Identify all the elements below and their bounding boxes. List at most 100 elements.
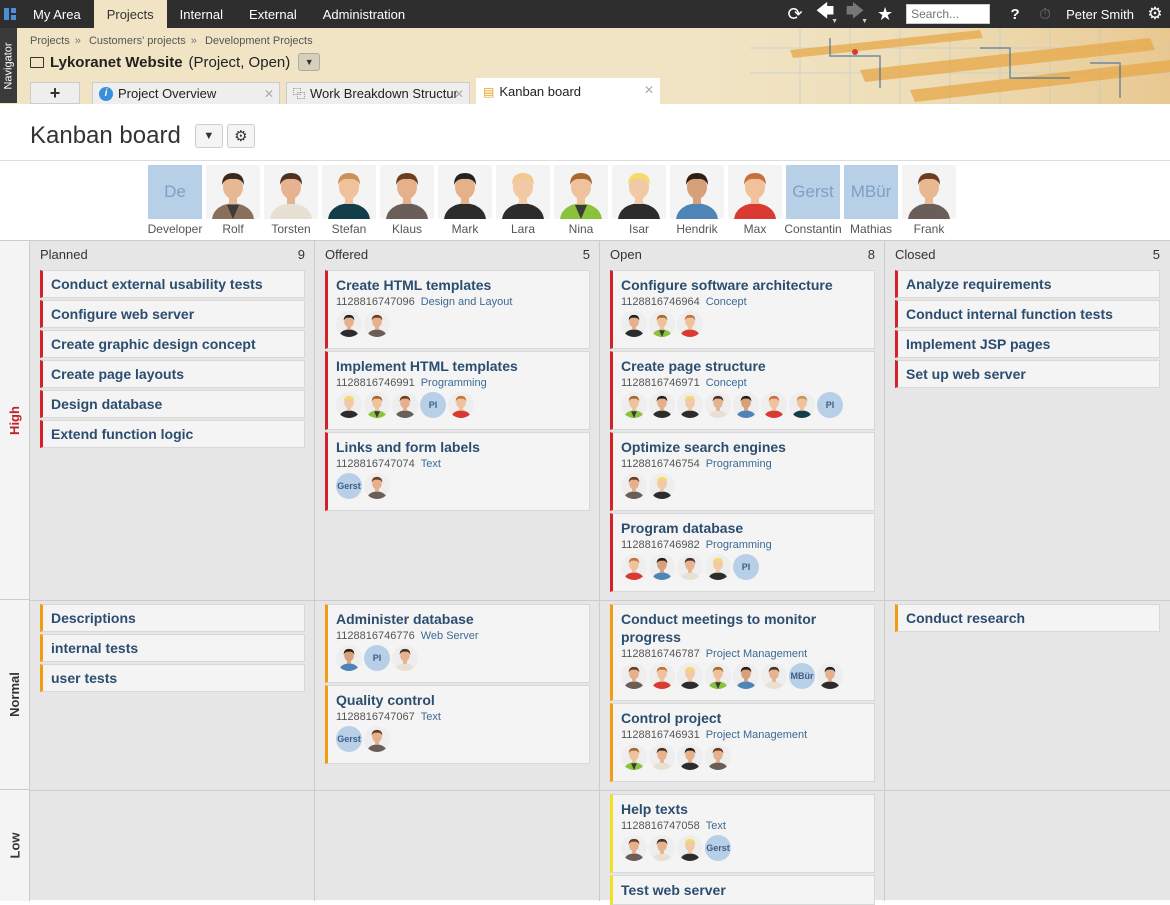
task-title: Implement JSP pages xyxy=(906,336,1051,352)
person-name: Constantin xyxy=(784,222,842,236)
tab-project-overview[interactable]: i Project Overview ✕ xyxy=(92,82,280,104)
column-header-closed: Closed 5 xyxy=(895,247,1160,262)
breadcrumb-projects[interactable]: Projects xyxy=(30,35,70,47)
assignee-avatar-torsten xyxy=(705,392,731,418)
task-id: 1128816747067 xyxy=(336,711,415,723)
lane-normal: Normal xyxy=(0,600,30,790)
task-card[interactable]: Program database 1128816746982 Programming… xyxy=(610,513,875,592)
forward-arrow-icon[interactable]: 🡆 ▼ xyxy=(840,0,870,28)
person-filter-frank[interactable]: Frank xyxy=(900,165,958,236)
board-settings-gear-icon[interactable]: ⚙ xyxy=(226,124,255,148)
breadcrumb-development-projects[interactable]: Development Projects xyxy=(205,35,313,47)
refresh-icon[interactable]: ⟳ xyxy=(780,0,810,28)
back-arrow-icon[interactable]: 🡄 ▼ xyxy=(810,0,840,28)
stopwatch-icon[interactable]: ⏱ xyxy=(1030,0,1060,28)
person-avatar xyxy=(438,165,492,219)
tab-work-breakdown-structure[interactable]: ⿻ Work Breakdown Structur ✕ xyxy=(286,82,470,104)
assignee-avatar-klaus xyxy=(705,744,731,770)
task-card[interactable]: Control project 1128816746931 Project Mana… xyxy=(610,703,875,782)
person-filter-klaus[interactable]: Klaus xyxy=(378,165,436,236)
person-filter-stefan[interactable]: Stefan xyxy=(320,165,378,236)
task-meta: 1128816746971 Concept xyxy=(621,377,866,389)
person-filter-isar[interactable]: Isar xyxy=(610,165,668,236)
person-filter-rolf[interactable]: Rolf xyxy=(204,165,262,236)
task-card[interactable]: Conduct internal function tests xyxy=(895,300,1160,328)
task-title: Descriptions xyxy=(51,610,136,626)
close-tab-icon[interactable]: ✕ xyxy=(264,87,274,101)
task-card[interactable]: Help texts 1128816747058 Text Gerst xyxy=(610,794,875,873)
task-category: Programming xyxy=(705,458,772,470)
task-category: Design and Layout xyxy=(420,296,513,308)
nav-administration[interactable]: Administration xyxy=(310,0,418,28)
person-filter-hendrik[interactable]: Hendrik xyxy=(668,165,726,236)
person-filter-constantin[interactable]: Gerst Constantin xyxy=(784,165,842,236)
person-filter-nina[interactable]: Nina xyxy=(552,165,610,236)
person-name: Torsten xyxy=(271,222,311,236)
task-title: Analyze requirements xyxy=(906,276,1052,292)
task-card[interactable]: Configure software architecture 112881674… xyxy=(610,270,875,349)
person-filter-mark[interactable]: Mark xyxy=(436,165,494,236)
add-tab-button[interactable]: + xyxy=(30,82,80,104)
task-card[interactable]: Implement HTML templates 1128816746991 Pro… xyxy=(325,351,590,430)
assignees: PI xyxy=(336,392,581,418)
tab-kanban-board[interactable]: ▤ Kanban board ✕ xyxy=(476,78,660,104)
task-card[interactable]: Set up web server xyxy=(895,360,1160,388)
task-id: 1128816747074 xyxy=(336,458,415,470)
task-card[interactable]: user tests xyxy=(40,664,305,692)
app-logo-icon[interactable] xyxy=(0,0,20,28)
task-card[interactable]: Descriptions xyxy=(40,604,305,632)
task-card[interactable]: Conduct meetings to monitor progress 1128… xyxy=(610,604,875,701)
assignees xyxy=(621,311,866,337)
task-card[interactable]: Create graphic design concept xyxy=(40,330,305,358)
task-card[interactable]: Test web server xyxy=(610,875,875,905)
task-card[interactable]: Create HTML templates 1128816747096 Design… xyxy=(325,270,590,349)
task-card[interactable]: Extend function logic xyxy=(40,420,305,448)
task-card[interactable]: Quality control 1128816747067 Text Gerst xyxy=(325,685,590,764)
nav-external[interactable]: External xyxy=(236,0,310,28)
task-card[interactable]: Administer database 1128816746776 Web Serv… xyxy=(325,604,590,683)
task-card[interactable]: Conduct external usability tests xyxy=(40,270,305,298)
task-category: Programming xyxy=(705,539,772,551)
task-card[interactable]: Implement JSP pages xyxy=(895,330,1160,358)
task-card[interactable]: Conduct research xyxy=(895,604,1160,632)
folder-icon xyxy=(30,56,44,68)
nav-internal[interactable]: Internal xyxy=(167,0,236,28)
person-name: Rolf xyxy=(222,222,244,236)
assignee-avatar-torsten xyxy=(649,744,675,770)
favorites-star-icon[interactable]: ★ xyxy=(870,0,900,28)
search-input[interactable] xyxy=(906,4,991,24)
task-title: Conduct research xyxy=(906,610,1026,626)
assignee-avatar-nina xyxy=(649,311,675,337)
navigator-toggle[interactable]: Navigator xyxy=(0,28,17,103)
task-card[interactable]: Create page structure 1128816746971 Concep… xyxy=(610,351,875,430)
task-card[interactable]: Links and form labels 1128816747074 Text Ge… xyxy=(325,432,590,511)
task-card[interactable]: Optimize search engines 1128816746754 Prog… xyxy=(610,432,875,511)
view-dropdown-button[interactable]: ▼ xyxy=(194,124,223,148)
task-card[interactable]: Configure web server xyxy=(40,300,305,328)
divider xyxy=(0,160,1170,161)
help-icon[interactable]: ? xyxy=(1000,0,1030,28)
settings-gear-icon[interactable]: ⚙ xyxy=(1140,0,1170,28)
task-card[interactable]: internal tests xyxy=(40,634,305,662)
close-tab-icon[interactable]: ✕ xyxy=(644,83,654,97)
task-id: 1128816747096 xyxy=(336,296,415,308)
task-category: Text xyxy=(420,711,441,723)
person-filter-developer[interactable]: De Developer xyxy=(146,165,204,236)
nav-my-area[interactable]: My Area xyxy=(20,0,94,28)
close-tab-icon[interactable]: ✕ xyxy=(454,87,464,101)
user-name[interactable]: Peter Smith xyxy=(1060,7,1140,22)
person-filter-max[interactable]: Max xyxy=(726,165,784,236)
person-filter-lara[interactable]: Lara xyxy=(494,165,552,236)
lane-high: High xyxy=(0,241,30,600)
task-card[interactable]: Design database xyxy=(40,390,305,418)
breadcrumb-customers-projects[interactable]: Customers' projects xyxy=(89,35,186,47)
task-card[interactable]: Create page layouts xyxy=(40,360,305,388)
task-card[interactable]: Analyze requirements xyxy=(895,270,1160,298)
lane-label: High xyxy=(6,405,22,435)
task-category: Text xyxy=(420,458,441,470)
person-filter-torsten[interactable]: Torsten xyxy=(262,165,320,236)
project-menu-dropdown-button[interactable]: ▼ xyxy=(298,53,321,71)
nav-projects[interactable]: Projects xyxy=(93,0,167,28)
person-avatar xyxy=(728,165,782,219)
person-filter-mathias[interactable]: MBür Mathias xyxy=(842,165,900,236)
